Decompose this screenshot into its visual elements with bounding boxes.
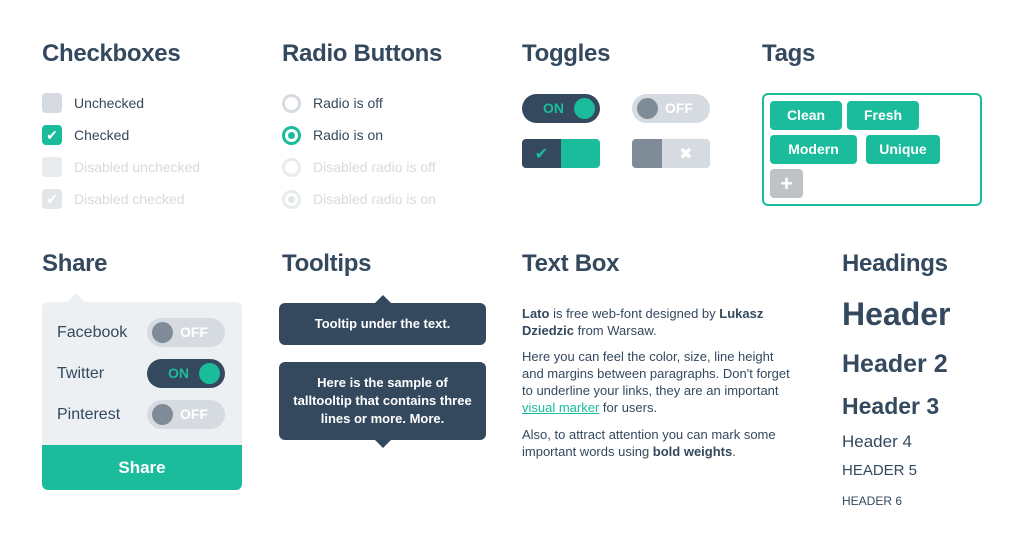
radio-circle: [282, 157, 301, 177]
twitter-toggle[interactable]: ON: [147, 359, 225, 388]
checkbox-checked[interactable]: ✔ Checked: [42, 125, 129, 145]
checkboxes-title: Checkboxes: [42, 40, 181, 67]
radio-label: Disabled radio is on: [313, 191, 436, 207]
share-title: Share: [42, 250, 108, 277]
toggle-knob[interactable]: [637, 98, 658, 119]
radio-disabled-off: Disabled radio is off: [282, 157, 436, 177]
radio-circle[interactable]: [282, 125, 301, 145]
heading-3: Header 3: [842, 393, 940, 419]
toggle-knob[interactable]: [574, 98, 595, 119]
radio-circle[interactable]: [282, 93, 301, 113]
close-icon: ✖: [661, 139, 710, 168]
radio-circle: [282, 189, 301, 209]
body-text: from Warsaw.: [574, 323, 657, 338]
heading-4: Header 4: [842, 432, 912, 451]
textbox-paragraph-2: Here you can feel the color, size, line …: [522, 348, 792, 416]
checkbox-box: [42, 157, 62, 177]
toggle-square-off[interactable]: ✖: [632, 139, 710, 168]
radio-off[interactable]: Radio is off: [282, 93, 383, 113]
heading-5: HEADER 5: [842, 462, 918, 479]
toggles-title: Toggles: [522, 40, 611, 67]
toggle-on[interactable]: ON: [522, 94, 600, 123]
checkbox-label: Disabled checked: [74, 191, 185, 207]
headings-title: Headings: [842, 250, 948, 277]
radio-disabled-on: Disabled radio is on: [282, 189, 436, 209]
checkbox-disabled-unchecked: Disabled unchecked: [42, 157, 200, 177]
toggle-label: ON: [168, 365, 189, 381]
tooltips-title: Tooltips: [282, 250, 372, 277]
toggle-off[interactable]: OFF: [632, 94, 710, 123]
radio-label: Disabled radio is off: [313, 159, 436, 175]
toggle-track: [632, 139, 662, 168]
tag-clean[interactable]: Clean: [770, 101, 842, 130]
heading-2: Header 2: [842, 350, 948, 378]
tooltip-long: Here is the sample of talltooltip that c…: [279, 362, 486, 440]
tag-fresh[interactable]: Fresh: [847, 101, 919, 130]
plus-icon[interactable]: +: [770, 169, 803, 198]
tags-title: Tags: [762, 40, 816, 67]
checkbox-unchecked[interactable]: Unchecked: [42, 93, 144, 113]
tooltip-arrow-down: [375, 440, 391, 448]
checkbox-label: Checked: [74, 127, 130, 143]
share-panel: Facebook OFF Twitter ON Pinterest OFF Sh…: [42, 302, 242, 490]
bold-text: Lato: [522, 306, 550, 321]
checkbox-box[interactable]: [42, 93, 62, 113]
toggle-label: OFF: [665, 100, 693, 116]
heading-1: Header: [842, 296, 951, 332]
toggle-label: ON: [543, 100, 564, 116]
pinterest-toggle[interactable]: OFF: [147, 400, 225, 429]
checkbox-disabled-checked: ✔ Disabled checked: [42, 189, 185, 209]
toggle-label: OFF: [180, 324, 208, 340]
textbox-title: Text Box: [522, 250, 620, 277]
tag-unique[interactable]: Unique: [866, 135, 940, 164]
toggle-square-on[interactable]: ✔: [522, 139, 600, 168]
textbox-paragraph-3: Also, to attract attention you can mark …: [522, 426, 792, 460]
share-arrow: [67, 293, 85, 302]
visual-marker-link[interactable]: visual marker: [522, 400, 599, 415]
tag-modern[interactable]: Modern: [770, 135, 857, 164]
checkbox-label: Unchecked: [74, 95, 145, 111]
toggle-knob[interactable]: [152, 322, 173, 343]
radios-title: Radio Buttons: [282, 40, 443, 67]
bold-text: bold weights: [652, 444, 733, 459]
body-text: Also, to attract attention you can mark …: [522, 427, 776, 459]
toggle-track: [561, 139, 600, 168]
toggle-knob[interactable]: [199, 363, 220, 384]
radio-label: Radio is off: [313, 95, 383, 111]
body-text: is free web-font designed by: [549, 306, 720, 321]
tags-input[interactable]: Clean Fresh Modern Unique +: [762, 93, 982, 206]
check-icon: ✔: [522, 139, 561, 168]
check-icon: ✔: [42, 189, 62, 209]
body-text: .: [732, 444, 736, 459]
share-button[interactable]: Share: [42, 445, 242, 490]
checkbox-label: Disabled unchecked: [74, 159, 201, 175]
radio-label: Radio is on: [313, 127, 384, 143]
textbox-paragraph-1: Lato is free web-font designed by Lukasz…: [522, 305, 792, 339]
body-text: for users.: [599, 400, 658, 415]
share-pinterest-label: Pinterest: [57, 406, 121, 423]
body-text: Here you can feel the color, size, line …: [522, 349, 790, 398]
facebook-toggle[interactable]: OFF: [147, 318, 225, 347]
toggle-knob[interactable]: [152, 404, 173, 425]
tooltip-short: Tooltip under the text.: [279, 303, 486, 345]
toggle-label: OFF: [180, 406, 208, 422]
check-icon[interactable]: ✔: [42, 125, 62, 145]
tooltip-arrow-up: [375, 295, 391, 303]
heading-6: HEADER 6: [842, 494, 903, 508]
radio-on[interactable]: Radio is on: [282, 125, 383, 145]
share-facebook-label: Facebook: [57, 324, 128, 341]
share-twitter-label: Twitter: [57, 365, 105, 382]
